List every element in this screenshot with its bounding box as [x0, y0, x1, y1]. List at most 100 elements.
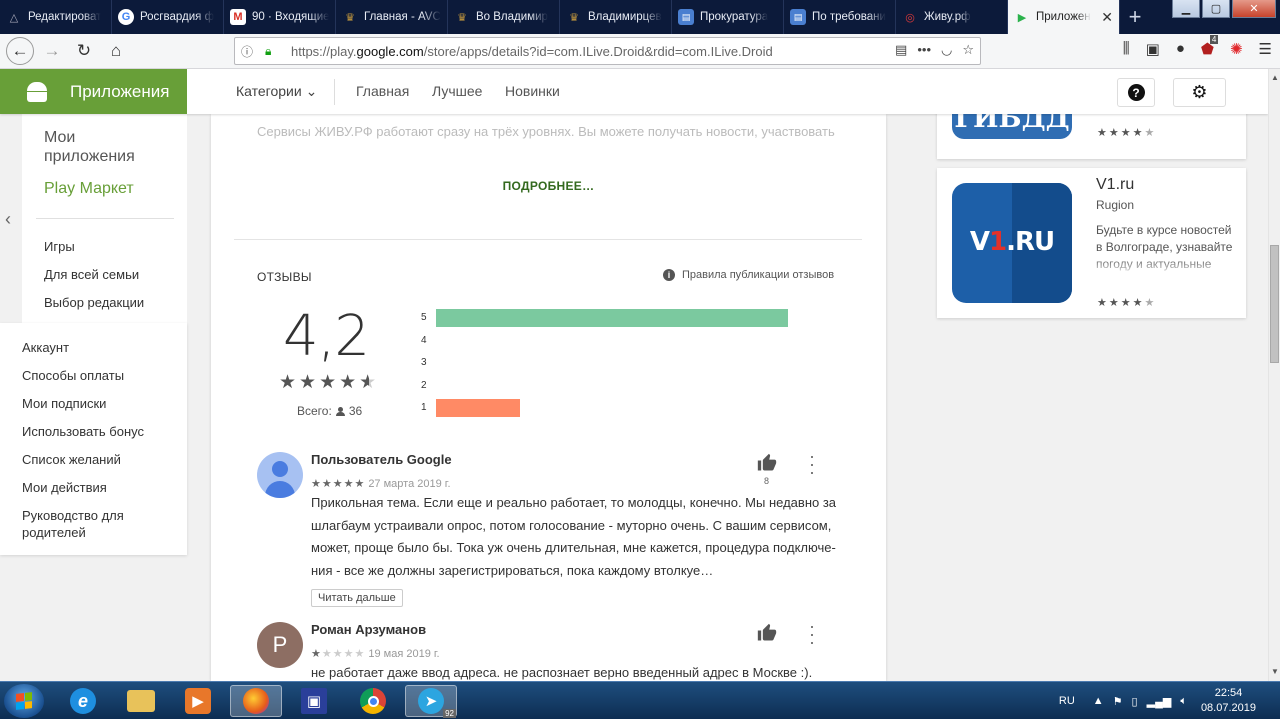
- reload-icon[interactable]: ↻: [70, 37, 98, 65]
- scrollbar-thumb[interactable]: [1270, 245, 1279, 363]
- close-tab-icon[interactable]: ✕: [1101, 9, 1113, 26]
- menu-item-wishlist[interactable]: Список желаний: [22, 451, 172, 468]
- app-details-card: Сервисы ЖИВУ.РФ работают сразу на трёх у…: [211, 114, 886, 681]
- menu-icon[interactable]: ☰: [1259, 40, 1272, 58]
- volume-icon[interactable]: 🔈︎: [1180, 695, 1187, 708]
- similar-app-title[interactable]: V1.ru: [1096, 176, 1134, 194]
- browser-tab[interactable]: ♛ Владимирцев: [560, 0, 672, 34]
- reader-view-icon[interactable]: ▤: [895, 42, 907, 58]
- minimize-icon[interactable]: ▁: [1172, 0, 1200, 18]
- review-read-more-button[interactable]: Читать дальше: [311, 589, 403, 607]
- histogram-row-3: 3: [421, 354, 821, 372]
- info-icon[interactable]: ⓘ: [241, 43, 259, 60]
- thumbs-up-icon[interactable]: [757, 453, 777, 473]
- ublock-icon[interactable]: ⬟ 4: [1201, 35, 1219, 58]
- collapse-sidebar-chevron-icon[interactable]: ‹: [5, 209, 11, 230]
- windows-taskbar: e ▶ ▣ ➤ 92 RU ▲ ⚑ ▯ ▂▄▆ 🔈︎ 22:54 08.07.20…: [0, 681, 1280, 719]
- sidebar-icon[interactable]: ▣: [1146, 40, 1160, 58]
- like-count: 8: [764, 476, 770, 486]
- menu-item-subscriptions[interactable]: Мои подписки: [22, 395, 172, 412]
- browser-tab[interactable]: ♛ Главная - AVC: [336, 0, 448, 34]
- more-options-icon[interactable]: · · ·: [809, 617, 815, 651]
- taskbar-chrome[interactable]: [347, 685, 399, 717]
- categories-dropdown[interactable]: Категории ⌄: [236, 83, 317, 100]
- person-icon: [335, 406, 345, 416]
- more-options-icon[interactable]: · · ·: [809, 447, 815, 481]
- v1-app-icon: V1.RU: [952, 183, 1072, 303]
- address-bar[interactable]: ⓘ 🔒︎ https://play.google.com/store/apps/…: [234, 37, 981, 65]
- browser-tab[interactable]: ▤ Прокуратура: [672, 0, 784, 34]
- show-hidden-icons-icon[interactable]: ▲: [1093, 695, 1104, 708]
- review-author: Пользователь Google: [311, 452, 452, 467]
- scroll-down-arrow-icon[interactable]: ▼: [1271, 667, 1279, 676]
- review-policy-link[interactable]: i Правила публикации отзывов: [663, 269, 834, 281]
- apps-brand[interactable]: Приложения: [0, 69, 187, 114]
- action-center-flag-icon[interactable]: ⚑: [1113, 695, 1123, 708]
- browser-tab[interactable]: G Росгвардия ф: [112, 0, 224, 34]
- library-icon[interactable]: ⫼: [1123, 40, 1130, 58]
- browser-tab[interactable]: M 90 · Входящие: [224, 0, 336, 34]
- sidebar-my-apps[interactable]: Мои приложения: [44, 128, 164, 166]
- menu-item-activity[interactable]: Мои действия: [22, 479, 172, 496]
- settings-button[interactable]: ⚙: [1173, 78, 1226, 107]
- close-window-icon[interactable]: ✕: [1232, 0, 1276, 18]
- browser-tab[interactable]: ▤ По требовани: [784, 0, 896, 34]
- new-tab-button[interactable]: +: [1120, 0, 1150, 34]
- nav-new-link[interactable]: Новинки: [505, 83, 560, 99]
- taskbar-telegram[interactable]: ➤ 92: [405, 685, 457, 718]
- sidebar-item-family[interactable]: Для всей семьи: [44, 267, 139, 282]
- help-button[interactable]: ?: [1117, 78, 1155, 107]
- taskbar-explorer[interactable]: [115, 685, 167, 717]
- menu-item-redeem[interactable]: Использовать бонус: [22, 423, 172, 440]
- nav-top-link[interactable]: Лучшее: [432, 83, 482, 99]
- taskbar-save-app[interactable]: ▣: [288, 685, 340, 717]
- forward-arrow-icon[interactable]: →: [38, 37, 66, 65]
- maximize-icon[interactable]: ▢: [1202, 0, 1230, 18]
- menu-item-parent-guide[interactable]: Руководство для родителей: [22, 507, 172, 541]
- nav-home-link[interactable]: Главная: [356, 83, 409, 99]
- network-signal-icon[interactable]: ▂▄▆: [1147, 695, 1172, 708]
- browser-tab[interactable]: ♛ Во Владимир: [448, 0, 560, 34]
- pocket-icon[interactable]: ◡: [941, 42, 952, 58]
- review-author: Роман Арзуманов: [311, 622, 427, 637]
- page-scrollbar[interactable]: ▲ ▼: [1268, 69, 1280, 681]
- lifebuoy-icon[interactable]: ✺: [1230, 40, 1243, 58]
- home-icon[interactable]: ⌂: [102, 37, 130, 65]
- similar-app-card[interactable]: V1.RU V1.ru Rugion Будьте в курсе новост…: [937, 168, 1246, 318]
- taskbar-media-player[interactable]: ▶: [172, 685, 224, 717]
- read-more-button[interactable]: ПОДРОБНЕЕ…: [211, 179, 886, 193]
- browser-tab-active[interactable]: ▶ Приложен ✕: [1008, 0, 1120, 34]
- triangle-icon: △: [9, 11, 19, 24]
- taskbar-firefox[interactable]: [230, 685, 282, 717]
- thumbs-up-icon[interactable]: [757, 623, 777, 643]
- similar-app-developer[interactable]: Rugion: [1096, 198, 1134, 212]
- more-actions-icon[interactable]: •••: [917, 42, 931, 58]
- url-text[interactable]: https://play.google.com/store/apps/detai…: [291, 44, 773, 59]
- google-g-icon: G: [118, 9, 134, 25]
- menu-item-account[interactable]: Аккаунт: [22, 339, 172, 356]
- browser-tab[interactable]: ◎ Живу.рф: [896, 0, 1008, 34]
- doc-icon: ▤: [790, 9, 806, 25]
- bookmark-star-icon[interactable]: ☆: [962, 42, 974, 58]
- sidebar-item-games[interactable]: Игры: [44, 239, 75, 254]
- reviews-heading: ОТЗЫВЫ: [257, 270, 312, 284]
- similar-app-rating-stars: ★★★★★: [1097, 297, 1157, 309]
- scroll-up-arrow-icon[interactable]: ▲: [1271, 73, 1279, 82]
- back-arrow-icon[interactable]: ←: [6, 37, 34, 65]
- sidebar-item-editors-choice[interactable]: Выбор редакции: [44, 295, 144, 310]
- menu-item-payment[interactable]: Способы оплаты: [22, 367, 172, 384]
- language-indicator[interactable]: RU: [1059, 695, 1075, 707]
- similar-app-description: Будьте в курсе новостей в Волгограде, уз…: [1096, 223, 1233, 271]
- browser-nav-bar: ← → ↻ ⌂ ⓘ 🔒︎ https://play.google.com/sto…: [0, 34, 1280, 69]
- histogram-bar: [436, 399, 521, 417]
- taskbar-ie[interactable]: e: [57, 685, 109, 717]
- system-clock[interactable]: 22:54 08.07.2019: [1201, 686, 1256, 716]
- account-icon[interactable]: ●: [1176, 40, 1185, 58]
- browser-tab-bar: △ Редактироват G Росгвардия ф M 90 · Входящ…: [0, 0, 1280, 34]
- help-icon: ?: [1127, 84, 1145, 101]
- browser-tab[interactable]: △ Редактироват: [0, 0, 112, 34]
- sidebar-play-market[interactable]: Play Маркет: [44, 180, 134, 198]
- review-date: 19 мая 2019 г.: [368, 647, 440, 660]
- battery-icon[interactable]: ▯: [1132, 695, 1138, 708]
- start-button[interactable]: [4, 684, 44, 718]
